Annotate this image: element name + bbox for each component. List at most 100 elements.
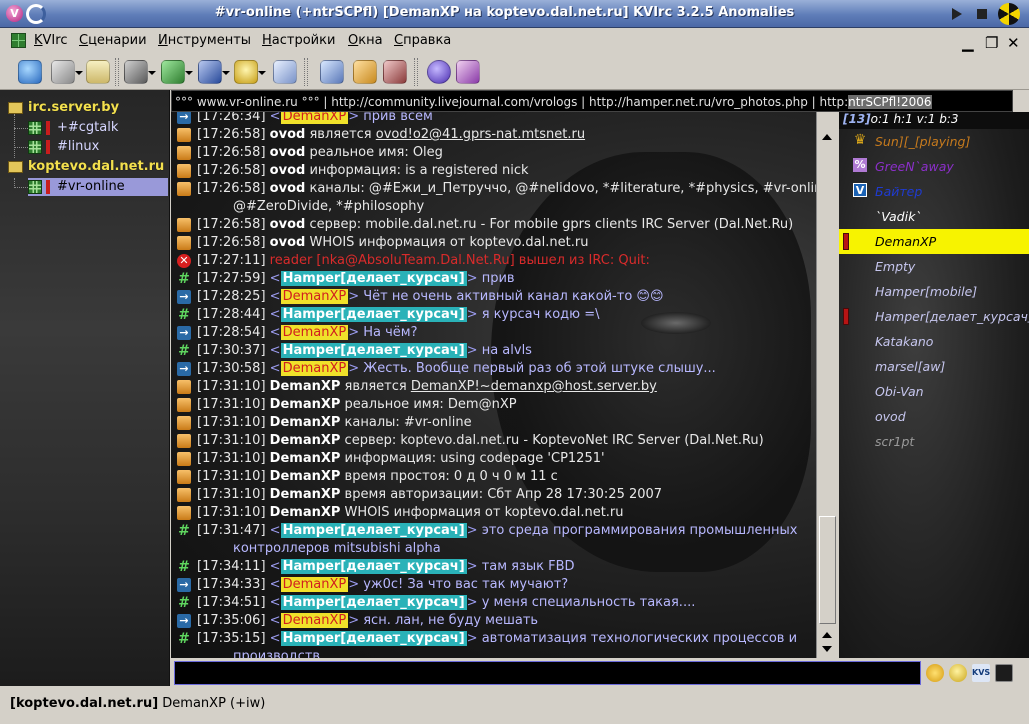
dropdown-arrow-icon[interactable] [185, 71, 193, 75]
user-entry[interactable]: % GreeN`away [839, 154, 1029, 179]
refresh-icon[interactable] [26, 4, 46, 24]
nickname[interactable]: Hamper[делает_курсач] [280, 307, 467, 322]
chat-scrollbar[interactable] [816, 112, 838, 658]
user-entry[interactable]: ♛ Sun][_[playing] [839, 129, 1029, 154]
user-entry[interactable]: Obi-Van [839, 379, 1029, 404]
user-entry[interactable]: Empty [839, 254, 1029, 279]
topic-bar[interactable]: °°° www.vr-online.ru °°° | http://commun… [171, 90, 1013, 112]
radiation-icon[interactable] [998, 3, 1020, 25]
user-icon[interactable] [234, 60, 258, 84]
nickname[interactable]: Hamper[делает_курсач] [280, 343, 467, 358]
tree-channel-label: #linux [57, 139, 100, 154]
stop-icon[interactable] [973, 5, 991, 23]
close-icon[interactable]: ✕ [1007, 34, 1020, 52]
app-menu-icon[interactable]: V [6, 5, 23, 22]
nickname[interactable]: Hamper[делает_курсач] [280, 595, 467, 610]
whois-nickname[interactable]: DemanXP [270, 469, 341, 484]
scroll-thumb[interactable] [819, 516, 836, 624]
whois-nickname[interactable]: ovod [270, 217, 306, 232]
toolbar-separator [115, 58, 119, 86]
scroll-down-icon[interactable] [822, 646, 832, 652]
nickname[interactable]: Hamper[делает_курсач] [280, 271, 467, 286]
user-entry[interactable]: marsel[aw] [839, 354, 1029, 379]
terminal-icon[interactable] [273, 60, 297, 84]
nickname[interactable]: DemanXP [280, 289, 349, 304]
whois-nickname[interactable]: ovod [270, 127, 306, 142]
tools-icon[interactable] [353, 60, 377, 84]
menu-windows[interactable]: Окна [348, 33, 383, 48]
nickname[interactable]: DemanXP [280, 112, 349, 124]
whois-mask-link[interactable]: DemanXP!~demanxp@host.server.by [411, 379, 657, 394]
info-message-icon [177, 128, 191, 142]
user-entry[interactable]: scr1pt [839, 429, 1029, 454]
server-options-icon[interactable] [51, 60, 75, 84]
user-entry[interactable]: DemanXP [839, 229, 1029, 254]
minimize-icon[interactable]: ▁ [962, 34, 974, 52]
dropdown-arrow-icon[interactable] [75, 71, 83, 75]
kvs-icon[interactable]: KVS [972, 664, 990, 682]
window-list-icon[interactable] [86, 60, 110, 84]
user-entry[interactable]: V Байтер [839, 179, 1029, 204]
whois-nickname[interactable]: DemanXP [270, 487, 341, 502]
identity-icon[interactable] [124, 60, 148, 84]
tree-connector [14, 147, 28, 148]
play-icon[interactable] [947, 5, 965, 23]
whois-nickname[interactable]: DemanXP [270, 451, 341, 466]
whois-nickname[interactable]: DemanXP [270, 379, 341, 394]
smiley-icon[interactable] [926, 664, 944, 682]
user-entry[interactable]: Katakano [839, 329, 1029, 354]
whois-nickname[interactable]: ovod [270, 181, 306, 196]
info-message-icon [177, 164, 191, 178]
menu-settings[interactable]: Настройки [262, 33, 335, 48]
dropdown-arrow-icon[interactable] [148, 71, 156, 75]
home-icon[interactable] [456, 60, 480, 84]
network-icon[interactable] [320, 60, 344, 84]
emoticon-icon[interactable] [949, 664, 967, 682]
chat-line: # [17:35:15] < Hamper[делает_курсач] > авто… [171, 630, 816, 658]
nickname[interactable]: DemanXP [280, 325, 349, 340]
user-entry[interactable]: `Vadik` [839, 204, 1029, 229]
scroll-up-icon[interactable] [822, 632, 832, 638]
nickname[interactable]: DemanXP [280, 613, 349, 628]
chat-line: [17:26:58] ovod реальное имя: Oleg [171, 144, 816, 162]
scripts-icon[interactable] [383, 60, 407, 84]
nickname[interactable]: Hamper[делает_курсач] [280, 631, 467, 646]
whois-text: WHOIS информация от koptevo.dal.net.ru [344, 505, 624, 520]
nickname[interactable]: DemanXP [280, 361, 349, 376]
restore-icon[interactable]: ❐ [985, 34, 998, 52]
user-entry[interactable]: Hamper[mobile] [839, 279, 1029, 304]
whois-nickname[interactable]: ovod [270, 235, 306, 250]
scroll-lock-icon[interactable] [819, 114, 835, 132]
whois-nickname[interactable]: DemanXP [270, 433, 341, 448]
user-entry[interactable]: ovod [839, 404, 1029, 429]
menu-scripts[interactable]: Сценарии [79, 33, 147, 48]
help-icon[interactable] [427, 60, 451, 84]
message-input[interactable] [174, 661, 921, 685]
dropdown-arrow-icon[interactable] [222, 71, 230, 75]
join-channel-icon[interactable] [161, 60, 185, 84]
whois-nickname[interactable]: DemanXP [270, 415, 341, 430]
whois-nickname[interactable]: ovod [270, 145, 306, 160]
connect-icon[interactable] [18, 60, 42, 84]
menu-kvirc[interactable]: KVIrc [34, 33, 67, 48]
menu-help[interactable]: Справка [394, 33, 451, 48]
scroll-up-icon[interactable] [822, 134, 832, 140]
tree-channel-vr-online[interactable]: #vr-online [28, 178, 168, 196]
nick-bracket: < [269, 112, 281, 124]
nickname[interactable]: Hamper[делает_курсач] [280, 523, 467, 538]
user-entry[interactable]: Hamper[делает_курсач] [839, 304, 1029, 329]
whois-nickname[interactable]: DemanXP [270, 397, 341, 412]
whois-mask-link[interactable]: ovod!o2@41.gprs-nat.mtsnet.ru [376, 127, 585, 142]
whois-nickname[interactable]: ovod [270, 163, 306, 178]
history-icon[interactable] [995, 664, 1013, 682]
whois-nickname[interactable]: DemanXP [270, 505, 341, 520]
dropdown-arrow-icon[interactable] [258, 71, 266, 75]
chat-view[interactable]: → [17:26:34] < DemanXP > прив всем [17:26:58… [171, 112, 816, 658]
whois-text: реальное имя: Oleg [309, 145, 443, 160]
nickname[interactable]: DemanXP [280, 577, 349, 592]
chat-line-text: [17:27:11] reader [nka@AbsoluTeam.Dal.Ne… [197, 252, 650, 270]
away-icon[interactable] [198, 60, 222, 84]
nickname[interactable]: Hamper[делает_курсач] [280, 559, 467, 574]
user-count: [13] [843, 112, 871, 126]
menu-tools[interactable]: Инструменты [158, 33, 251, 48]
